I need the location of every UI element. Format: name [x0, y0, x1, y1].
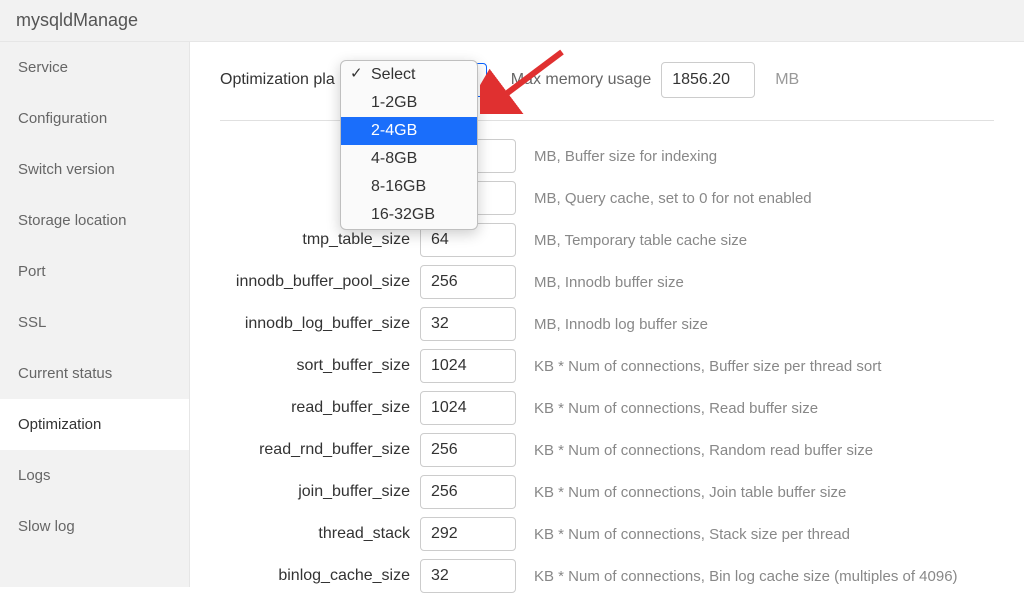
field-description: MB, Innodb buffer size — [534, 274, 684, 291]
max-memory-label: Max memory usage — [511, 71, 652, 89]
top-controls: Optimization pla Max memory usage MB — [220, 62, 994, 121]
dropdown-option-label: 16-32GB — [371, 206, 435, 223]
field-label: sort_buffer_size — [220, 357, 420, 375]
sidebar-item-logs[interactable]: Logs — [0, 450, 189, 501]
page-title: mysqldManage — [0, 0, 1024, 42]
max-memory-unit: MB — [775, 71, 799, 89]
form-row: read_rnd_buffer_size KB * Num of connecti… — [220, 433, 994, 467]
dropdown-option-label: 4-8GB — [371, 150, 417, 167]
sidebar-item-storage-location[interactable]: Storage location — [0, 195, 189, 246]
field-label: thread_stack — [220, 525, 420, 543]
form-row: key_MB, Buffer size for indexing — [220, 139, 994, 173]
dropdown-option-4-8gb[interactable]: 4-8GB — [341, 145, 477, 173]
dropdown-option-select[interactable]: ✓ Select — [341, 61, 477, 89]
form-row: binlog_cache_size KB * Num of connections… — [220, 559, 994, 593]
dropdown-option-label: Select — [371, 66, 415, 83]
field-description: KB * Num of connections, Join table buff… — [534, 484, 846, 501]
form-row: sort_buffer_size KB * Num of connections,… — [220, 349, 994, 383]
dropdown-option-label: 1-2GB — [371, 94, 417, 111]
field-description: MB, Innodb log buffer size — [534, 316, 708, 333]
field-input-thread-stack[interactable] — [420, 517, 516, 551]
form-row: join_buffer_size KB * Num of connections,… — [220, 475, 994, 509]
field-label: tmp_table_size — [220, 231, 420, 249]
dropdown-option-2-4gb[interactable]: 2-4GB — [341, 117, 477, 145]
dropdown-option-label: 2-4GB — [371, 122, 417, 139]
field-label: join_buffer_size — [220, 483, 420, 501]
field-description: MB, Buffer size for indexing — [534, 148, 717, 165]
sidebar-item-configuration[interactable]: Configuration — [0, 93, 189, 144]
optimization-plan-label: Optimization pla — [220, 71, 335, 89]
form-row: innodb_buffer_pool_size MB, Innodb buffer… — [220, 265, 994, 299]
field-description: MB, Query cache, set to 0 for not enable… — [534, 190, 812, 207]
field-label: read_buffer_size — [220, 399, 420, 417]
form-row: tmp_table_size MB, Temporary table cache … — [220, 223, 994, 257]
sidebar-item-slow-log[interactable]: Slow log — [0, 501, 189, 552]
sidebar-item-service[interactable]: Service — [0, 42, 189, 93]
field-input-join-buffer-size[interactable] — [420, 475, 516, 509]
dropdown-option-16-32gb[interactable]: 16-32GB — [341, 201, 477, 229]
sidebar-item-current-status[interactable]: Current status — [0, 348, 189, 399]
field-description: KB * Num of connections, Bin log cache s… — [534, 568, 958, 585]
optimization-plan-dropdown: ✓ Select 1-2GB 2-4GB 4-8GB 8-16GB 16-32GB — [340, 60, 478, 230]
form-row: innodb_log_buffer_size MB, Innodb log buf… — [220, 307, 994, 341]
field-description: MB, Temporary table cache size — [534, 232, 747, 249]
sidebar-item-optimization[interactable]: Optimization — [0, 399, 189, 450]
field-description: KB * Num of connections, Stack size per … — [534, 526, 850, 543]
form-row: thread_stack KB * Num of connections, Sta… — [220, 517, 994, 551]
field-description: KB * Num of connections, Random read buf… — [534, 442, 873, 459]
field-input-innodb-log-buffer-size[interactable] — [420, 307, 516, 341]
field-label: read_rnd_buffer_size — [220, 441, 420, 459]
settings-form: key_MB, Buffer size for indexing query_MB… — [220, 139, 994, 593]
field-input-read-buffer-size[interactable] — [420, 391, 516, 425]
main-panel: Optimization pla Max memory usage MB ✓ Se… — [190, 42, 1024, 587]
field-description: KB * Num of connections, Buffer size per… — [534, 358, 881, 375]
field-input-sort-buffer-size[interactable] — [420, 349, 516, 383]
sidebar-item-port[interactable]: Port — [0, 246, 189, 297]
form-row: query_MB, Query cache, set to 0 for not … — [220, 181, 994, 215]
field-input-innodb-buffer-pool-size[interactable] — [420, 265, 516, 299]
form-row: read_buffer_size KB * Num of connections,… — [220, 391, 994, 425]
field-description: KB * Num of connections, Read buffer siz… — [534, 400, 818, 417]
sidebar-item-ssl[interactable]: SSL — [0, 297, 189, 348]
dropdown-option-label: 8-16GB — [371, 178, 426, 195]
field-input-binlog-cache-size[interactable] — [420, 559, 516, 593]
field-input-read-rnd-buffer-size[interactable] — [420, 433, 516, 467]
max-memory-input[interactable] — [661, 62, 755, 98]
field-label: innodb_buffer_pool_size — [220, 273, 420, 291]
sidebar-item-switch-version[interactable]: Switch version — [0, 144, 189, 195]
check-icon: ✓ — [350, 63, 363, 86]
dropdown-option-1-2gb[interactable]: 1-2GB — [341, 89, 477, 117]
field-label: innodb_log_buffer_size — [220, 315, 420, 333]
sidebar: ServiceConfigurationSwitch versionStorag… — [0, 42, 190, 587]
field-label: binlog_cache_size — [220, 567, 420, 585]
dropdown-option-8-16gb[interactable]: 8-16GB — [341, 173, 477, 201]
